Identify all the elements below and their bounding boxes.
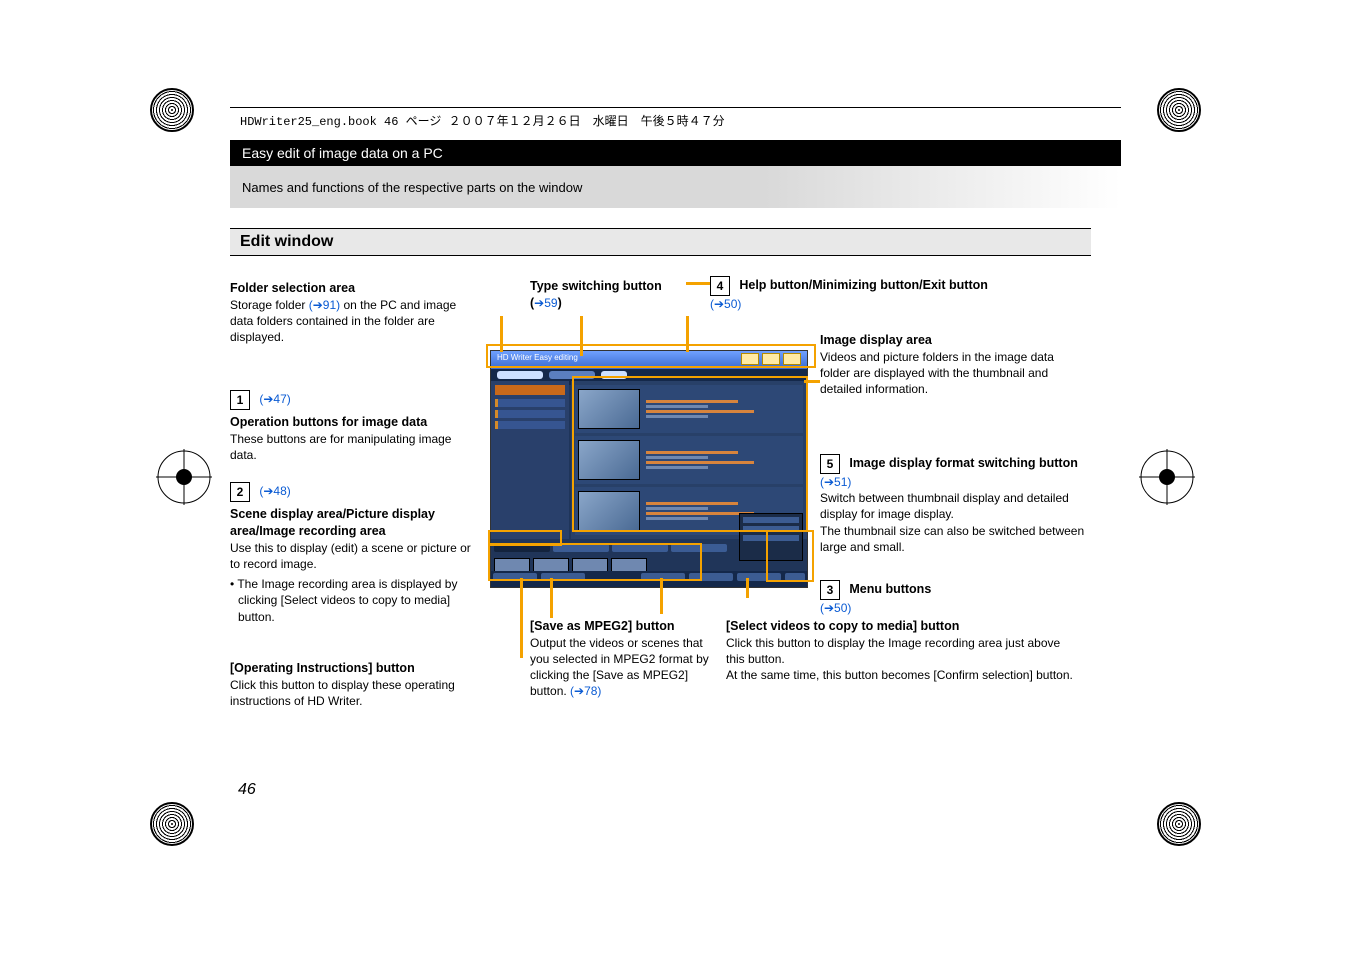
folder-selection-callout: Folder selection area Storage folder (➔9… (230, 280, 470, 345)
scene-display-callout: 2 (➔48) Scene display area/Picture displ… (230, 482, 480, 625)
folder-tree[interactable] (491, 381, 569, 539)
num5-body1: Switch between thumbnail display and det… (820, 490, 1090, 522)
menu-buttons-callout: 3 Menu buttons (➔50) (820, 580, 1020, 616)
pointer-box (572, 376, 808, 532)
num5-heading: Image display format switching button (849, 456, 1078, 470)
menu-buttons-heading: Menu buttons (849, 582, 931, 596)
section-title-text: Edit window (240, 233, 333, 250)
op-buttons-body: These buttons are for manipulating image… (230, 431, 470, 463)
pointer-box (488, 543, 702, 581)
side-registration-target (1139, 449, 1195, 505)
image-display-area-callout: Image display area Videos and picture fo… (820, 332, 1080, 397)
opinstr-heading: [Operating Instructions] button (230, 660, 480, 677)
type-switching-callout: Type switching button (➔59) (530, 278, 690, 312)
operation-buttons-callout: 1 (➔47) Operation buttons for image data… (230, 390, 470, 463)
select-videos-callout: [Select videos to copy to media] button … (726, 618, 1076, 683)
pointer-line (550, 578, 553, 618)
page-ref-link[interactable]: (➔50) (820, 601, 851, 615)
num5-body2: The thumbnail size can also be switched … (820, 523, 1090, 555)
page-ref-link[interactable]: (➔47) (259, 392, 290, 406)
number-box-4: 4 (710, 276, 730, 296)
image-display-format-callout: 5 Image display format switching button … (820, 454, 1090, 555)
help-heading: Help button/Minimizing button/Exit butto… (739, 278, 988, 292)
folder-body: Storage folder (➔91) on the PC and image… (230, 297, 470, 346)
content-area: Folder selection area Storage folder (➔9… (230, 270, 1121, 864)
header-rule (230, 107, 1121, 108)
scene-bullet: • The Image recording area is displayed … (230, 576, 480, 625)
pointer-box (766, 530, 814, 582)
select-copy-heading: [Select videos to copy to media] button (726, 618, 1076, 635)
numbered-ref-5: 5 Image display format switching button (820, 454, 1090, 474)
registration-mark (150, 802, 194, 846)
number-box-1: 1 (230, 390, 250, 410)
pointer-line (746, 578, 749, 598)
page-ref-link[interactable]: (➔51) (820, 475, 851, 489)
opinstr-body: Click this button to display these opera… (230, 677, 480, 709)
numbered-ref-1: 1 (➔47) (230, 390, 470, 410)
save-mpeg2-body: Output the videos or scenes that you sel… (530, 635, 710, 700)
img-area-body: Videos and picture folders in the image … (820, 349, 1080, 398)
sub-band-text: Names and functions of the respective pa… (242, 180, 582, 195)
select-copy-body2: At the same time, this button becomes [C… (726, 667, 1076, 683)
type-switch-link[interactable]: (➔59) (530, 295, 690, 312)
print-header: HDWriter25_eng.book 46 ページ ２００７年１２月２６日 水… (240, 112, 725, 129)
page-ref-link[interactable]: (➔78) (570, 684, 601, 698)
section-band: Easy edit of image data on a PC (230, 140, 1121, 166)
pointer-line (686, 282, 710, 285)
pointer-line (804, 380, 820, 383)
pointer-box (486, 344, 816, 368)
pointer-line (686, 316, 689, 352)
pointer-line (500, 316, 503, 352)
folder-heading: Folder selection area (230, 280, 470, 297)
side-registration-target (156, 449, 212, 505)
save-mpeg2-heading: [Save as MPEG2] button (530, 618, 710, 635)
band-title: Easy edit of image data on a PC (242, 145, 443, 161)
page-number: 46 (238, 781, 256, 799)
page-ref-link[interactable]: (➔50) (710, 297, 741, 311)
number-box-5: 5 (820, 454, 840, 474)
page-ref-link[interactable]: (➔48) (259, 484, 290, 498)
scene-heading: Scene display area/Picture display area/… (230, 506, 480, 540)
help-minimize-exit-callout: 4 Help button/Minimizing button/Exit but… (710, 276, 1030, 312)
select-copy-body: Click this button to display the Image r… (726, 635, 1076, 667)
img-area-heading: Image display area (820, 332, 1080, 349)
number-box-2: 2 (230, 482, 250, 502)
page-ref-link[interactable]: (➔91) (309, 298, 340, 312)
registration-mark (1157, 88, 1201, 132)
number-box-3: 3 (820, 580, 840, 600)
operating-instructions-callout: [Operating Instructions] button Click th… (230, 660, 480, 709)
registration-mark (150, 88, 194, 132)
sub-band: Names and functions of the respective pa… (230, 166, 1121, 208)
registration-mark (1157, 802, 1201, 846)
type-switch-heading: Type switching button (530, 278, 690, 295)
pointer-line (520, 578, 523, 658)
pointer-line (660, 578, 663, 614)
numbered-ref-2: 2 (➔48) (230, 482, 480, 502)
scene-body: Use this to display (edit) a scene or pi… (230, 540, 480, 572)
section-title: Edit window (230, 228, 1091, 256)
save-mpeg2-callout: [Save as MPEG2] button Output the videos… (530, 618, 710, 700)
op-buttons-heading: Operation buttons for image data (230, 414, 470, 431)
pointer-line (580, 316, 583, 356)
